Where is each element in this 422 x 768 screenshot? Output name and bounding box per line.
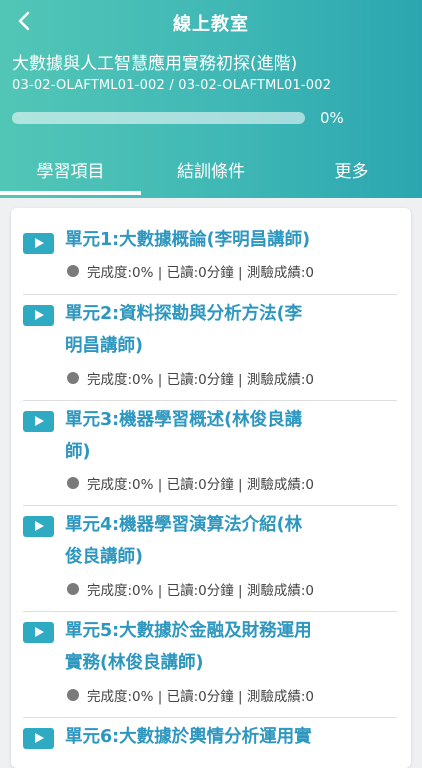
course-name: 大數據與人工智慧應用實務初探(進階) bbox=[12, 54, 298, 74]
unit-title-line: 實務(林俊良講師) bbox=[65, 653, 204, 673]
unit-title-line: 單元5:大數據於金融及財務運用 bbox=[65, 621, 312, 641]
unit-meta-4: 完成度:0% | 已讀:0分鐘 | 測驗成績:0 bbox=[87, 583, 315, 599]
divider bbox=[23, 611, 397, 612]
status-dot-icon bbox=[67, 372, 79, 384]
unit-meta-1: 完成度:0% | 已讀:0分鐘 | 測驗成績:0 bbox=[87, 265, 315, 281]
unit-meta-5: 完成度:0% | 已讀:0分鐘 | 測驗成績:0 bbox=[87, 689, 315, 705]
play-icon[interactable] bbox=[23, 516, 54, 537]
unit-title-3[interactable]: 單元3:機器學習概述(林俊良講 師) bbox=[65, 404, 355, 468]
unit-title-line: 明昌講師) bbox=[65, 336, 143, 356]
play-icon[interactable] bbox=[23, 622, 54, 643]
divider bbox=[23, 294, 397, 295]
header-bar: 線上教室 大數據與人工智慧應用實務初探(進階) 03-02-OLAFTML01-… bbox=[0, 0, 422, 198]
tab-more[interactable]: 更多 bbox=[281, 152, 422, 192]
unit-title-line: 師) bbox=[65, 442, 91, 462]
play-icon[interactable] bbox=[23, 305, 54, 326]
unit-title-5[interactable]: 單元5:大數據於金融及財務運用 實務(林俊良講師) bbox=[65, 615, 355, 679]
unit-meta-2: 完成度:0% | 已讀:0分鐘 | 測驗成績:0 bbox=[87, 372, 315, 388]
unit-list: 單元1:大數據概論(李明昌講師) 完成度:0% | 已讀:0分鐘 | 測驗成績:… bbox=[11, 208, 411, 768]
progress-text: 0% bbox=[320, 109, 344, 127]
divider bbox=[23, 505, 397, 506]
unit-title-line: 單元4:機器學習演算法介紹(林 bbox=[65, 515, 303, 535]
tab-completion-criteria[interactable]: 結訓條件 bbox=[141, 152, 281, 192]
unit-title-4[interactable]: 單元4:機器學習演算法介紹(林 俊良講師) bbox=[65, 509, 355, 573]
progress-bar bbox=[12, 112, 305, 124]
active-tab-indicator bbox=[0, 191, 141, 195]
course-code: 03-02-OLAFTML01-002 / 03-02-OLAFTML01-00… bbox=[12, 78, 332, 93]
tab-bar: 學習項目 結訓條件 更多 bbox=[0, 152, 422, 198]
play-icon[interactable] bbox=[23, 233, 54, 254]
status-dot-icon bbox=[67, 689, 79, 701]
unit-title-1[interactable]: 單元1:大數據概論(李明昌講師) bbox=[65, 224, 355, 256]
play-icon[interactable] bbox=[23, 728, 54, 749]
unit-title-line: 單元3:機器學習概述(林俊良講 bbox=[65, 410, 303, 430]
page-title: 線上教室 bbox=[173, 14, 249, 35]
status-dot-icon bbox=[67, 583, 79, 595]
divider bbox=[23, 717, 397, 718]
status-dot-icon bbox=[67, 477, 79, 489]
divider bbox=[23, 400, 397, 401]
unit-title-line: 單元6:大數據於輿情分析運用實 bbox=[65, 727, 312, 747]
unit-title-6[interactable]: 單元6:大數據於輿情分析運用實 bbox=[65, 721, 355, 753]
unit-title-2[interactable]: 單元2:資料探勘與分析方法(李 明昌講師) bbox=[65, 298, 355, 362]
status-dot-icon bbox=[67, 265, 79, 277]
tab-learning-items[interactable]: 學習項目 bbox=[0, 152, 141, 192]
unit-meta-3: 完成度:0% | 已讀:0分鐘 | 測驗成績:0 bbox=[87, 477, 315, 493]
unit-title-line: 俊良講師) bbox=[65, 547, 143, 567]
play-icon[interactable] bbox=[23, 411, 54, 432]
unit-title-line: 單元1:大數據概論(李明昌講師) bbox=[65, 230, 311, 250]
unit-title-line: 單元2:資料探勘與分析方法(李 bbox=[65, 304, 303, 324]
